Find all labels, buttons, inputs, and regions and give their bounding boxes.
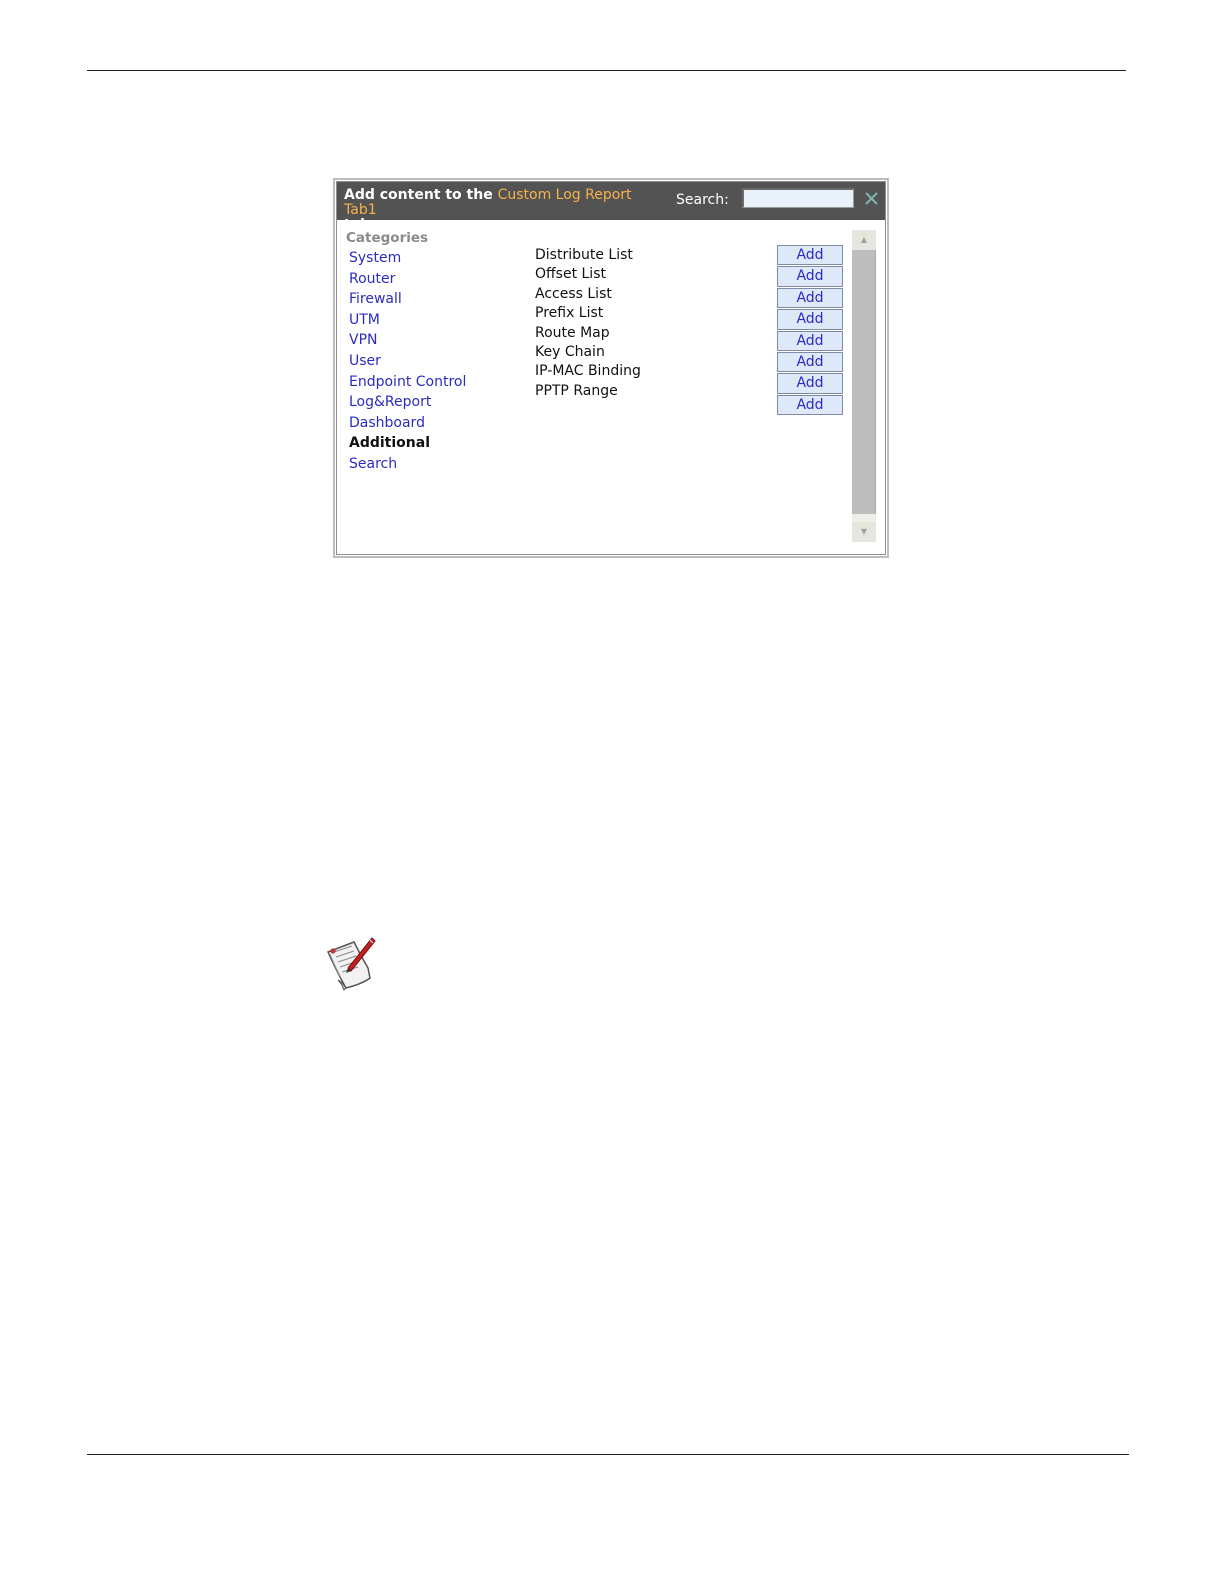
search-input[interactable] [742, 188, 854, 208]
content-item-list: Distribute List Offset List Access List … [535, 246, 641, 401]
add-key-chain-button[interactable]: Add [777, 351, 843, 373]
content-item-label: PPTP Range [535, 382, 618, 399]
category-log-report[interactable]: Log&Report [349, 392, 466, 413]
category-utm[interactable]: UTM [349, 310, 466, 331]
add-route-map-button[interactable]: Add [777, 330, 843, 351]
scroll-thumb[interactable] [852, 250, 876, 514]
scroll-up-arrow-icon[interactable]: ▲ [852, 230, 876, 250]
add-prefix-list-button[interactable]: Add [777, 309, 843, 330]
dialog-title: Add content to the Custom Log Report Tab… [344, 188, 664, 233]
category-additional: Additional [349, 435, 430, 452]
category-user[interactable]: User [349, 351, 466, 372]
category-router[interactable]: Router [349, 269, 466, 290]
title-prefix: Add content to the [344, 187, 493, 203]
add-pptp-range-button[interactable]: Add [777, 394, 843, 416]
add-content-dialog: Add content to the Custom Log Report Tab… [333, 178, 889, 558]
content-item-label: Route Map [535, 324, 610, 341]
footer-rule [87, 1454, 1129, 1455]
category-firewall[interactable]: Firewall [349, 289, 466, 310]
note-pencil-icon [326, 937, 376, 991]
content-item-label: Access List [535, 285, 612, 302]
category-endpoint-control[interactable]: Endpoint Control [349, 372, 466, 393]
add-button-column: Add Add Add Add Add Add Add Add [777, 245, 843, 416]
content-item-label: Key Chain [535, 343, 605, 360]
category-system[interactable]: System [349, 248, 466, 269]
content-item-label: IP-MAC Binding [535, 363, 641, 380]
category-dashboard[interactable]: Dashboard [349, 413, 466, 434]
category-search[interactable]: Search [349, 454, 466, 475]
header-rule [87, 70, 1126, 71]
vertical-scrollbar[interactable]: ▲ ▼ [852, 230, 876, 542]
search-label: Search: [676, 192, 729, 208]
category-vpn[interactable]: VPN [349, 330, 466, 351]
dialog-titlebar: Add content to the Custom Log Report Tab… [337, 182, 885, 233]
content-item-label: Prefix List [535, 305, 604, 322]
content-item-label: Distribute List [535, 247, 633, 263]
category-list: System Router Firewall UTM VPN User Endp… [349, 248, 466, 475]
dialog-body: Add content to the Custom Log Report Tab… [336, 181, 886, 555]
add-ip-mac-binding-button[interactable]: Add [777, 373, 843, 394]
add-access-list-button[interactable]: Add [777, 287, 843, 309]
content-item-label: Offset List [535, 266, 606, 283]
scroll-down-arrow-icon[interactable]: ▼ [852, 522, 876, 542]
add-offset-list-button[interactable]: Add [777, 266, 843, 287]
close-icon[interactable] [862, 187, 882, 211]
add-distribute-list-button[interactable]: Add [777, 245, 843, 266]
categories-heading: Categories [346, 230, 429, 246]
